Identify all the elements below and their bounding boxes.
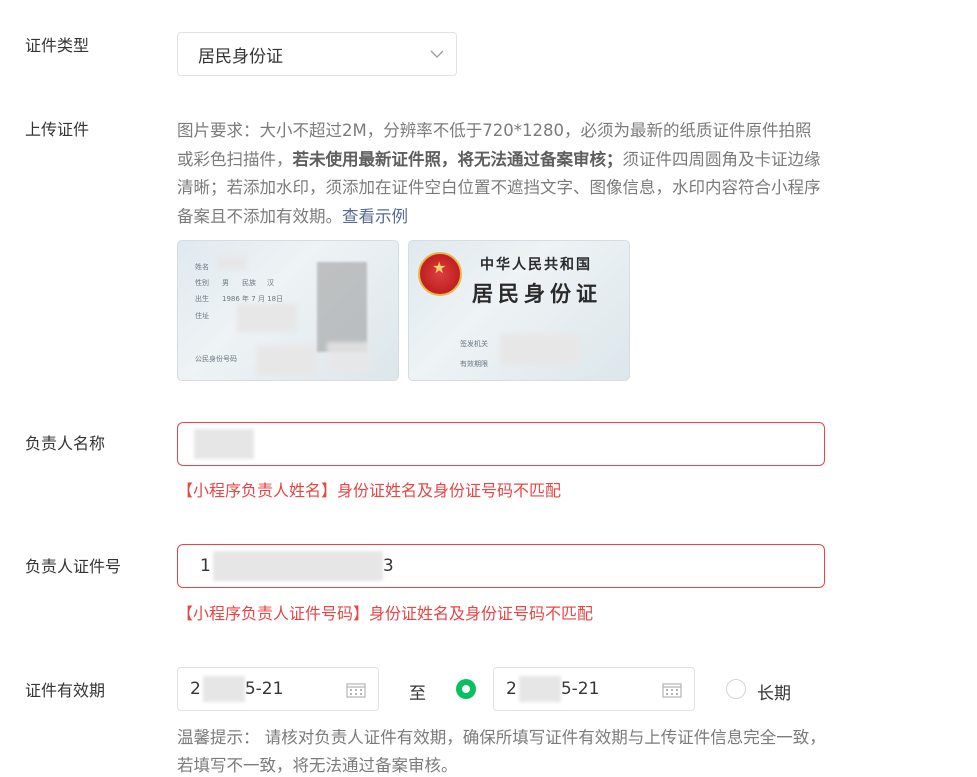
person-name-input[interactable] (177, 422, 825, 466)
person-id-error: 【小程序负责人证件号码】身份证姓名及身份证号码不匹配 (177, 604, 594, 623)
end-date-prefix: 2 (506, 679, 517, 699)
id-card-front-image[interactable]: 姓名 性别 男 民族 汉 出生 1986 年 7 月 18日 住址 公民身份号码 (177, 240, 399, 381)
end-date-suffix: 5-21 (560, 679, 600, 699)
masked-id-number (257, 346, 317, 376)
masked-address (237, 304, 297, 332)
masked-photo-bottom (327, 342, 372, 372)
long-term-radio[interactable] (726, 679, 746, 699)
card-field-birth: 出生 (195, 295, 209, 303)
card-field-issuer: 签发机关 (460, 340, 488, 348)
masked-photo (317, 262, 367, 352)
upload-label: 上传证件 (25, 120, 90, 139)
card-sex-value: 男 (222, 279, 229, 287)
id-verification-form: 证件类型 居民身份证 上传证件 图片要求：大小不超过2M，分辨率不低于720*1… (0, 0, 977, 777)
card-field-name: 姓名 (195, 263, 209, 271)
upload-requirements: 图片要求：大小不超过2M，分辨率不低于720*1280，必须为最新的纸质证件原件… (177, 117, 827, 231)
masked-name (217, 256, 247, 270)
masked-end-date (518, 676, 561, 702)
validity-start-date[interactable]: 2 5-21 (177, 667, 379, 711)
view-example-link[interactable]: 查看示例 (342, 207, 408, 226)
chevron-down-icon (430, 50, 444, 58)
card-field-valid: 有效期限 (460, 360, 488, 368)
fixed-term-radio[interactable] (456, 679, 476, 699)
masked-issuer (500, 334, 580, 366)
calendar-icon (662, 683, 682, 698)
start-date-suffix: 5-21 (244, 679, 284, 699)
validity-hint: 温馨提示： 请核对负责人证件有效期，确保所填写证件有效期与上传证件信息完全一致，… (177, 728, 826, 775)
person-id-input[interactable]: 1 3 (177, 544, 825, 588)
id-card-back-image[interactable]: 中华人民共和国 居民身份证 签发机关 有效期限 (408, 240, 630, 381)
doc-type-select[interactable]: 居民身份证 (177, 32, 457, 76)
person-id-label: 负责人证件号 (25, 557, 122, 576)
person-id-prefix: 1 (200, 556, 211, 576)
card-back-title-country: 中华人民共和国 (480, 257, 592, 273)
doc-type-label: 证件类型 (25, 36, 90, 55)
date-range-separator: 至 (409, 684, 426, 704)
start-date-prefix: 2 (190, 679, 201, 699)
calendar-icon (346, 683, 366, 698)
masked-name-value (194, 429, 254, 459)
person-id-suffix: 3 (382, 556, 394, 576)
person-name-label: 负责人名称 (25, 434, 106, 453)
person-name-error: 【小程序负责人姓名】身份证姓名及身份证号码不匹配 (177, 481, 562, 500)
validity-end-date[interactable]: 2 5-21 (493, 667, 695, 711)
card-birth-value: 1986 年 7 月 18日 (222, 295, 284, 303)
card-field-sex: 性别 (195, 279, 209, 287)
card-field-addr: 住址 (195, 312, 209, 320)
card-back-title-id: 居民身份证 (472, 281, 602, 306)
card-field-idno: 公民身份号码 (195, 355, 237, 363)
card-ethnic-value: 汉 (267, 279, 274, 287)
masked-id-value (212, 551, 383, 581)
long-term-label: 长期 (757, 684, 791, 704)
national-emblem-icon (418, 252, 462, 296)
masked-start-date (202, 676, 245, 702)
doc-type-value: 居民身份证 (198, 46, 283, 67)
card-field-ethnic: 民族 (242, 279, 256, 287)
req-text-bold: 若未使用最新证件照，将无法通过备案审核； (292, 149, 623, 169)
validity-label: 证件有效期 (25, 681, 106, 700)
